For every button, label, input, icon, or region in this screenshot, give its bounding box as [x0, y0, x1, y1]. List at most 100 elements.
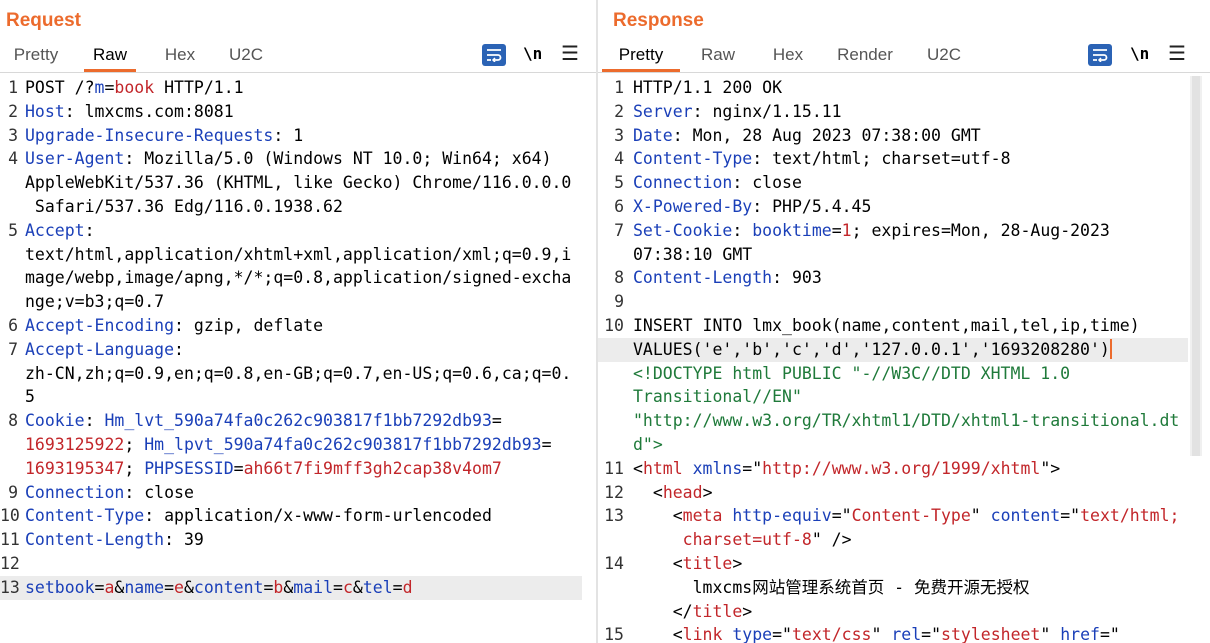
- code-line: 4 User-Agent: Mozilla/5.0 (Windows NT 10.…: [0, 147, 596, 171]
- wrap-lines-icon[interactable]: [1088, 44, 1112, 66]
- code-text: Cookie: Hm_lvt_590a74fa0c262c903817f1bb7…: [25, 409, 502, 433]
- code-line: 12: [0, 552, 596, 576]
- code-line: 8 Cookie: Hm_lvt_590a74fa0c262c903817f1bb…: [0, 409, 596, 433]
- wrap-lines-icon[interactable]: [482, 44, 506, 66]
- token: ">: [1040, 458, 1061, 478]
- hamburger-menu-icon[interactable]: ☰: [1168, 44, 1186, 66]
- token: VALUES('e','b','c','d','127.0.0.1','1693…: [633, 339, 1110, 359]
- token: http://www.w3.org/1999/xhtml: [762, 458, 1041, 478]
- code-line: 12 <head>: [598, 481, 1210, 505]
- token: :: [84, 411, 105, 431]
- token: a: [104, 577, 115, 597]
- token: Hm_lpvt_590a74fa0c262c903817f1bb7292db93: [144, 434, 542, 454]
- scrollbar-thumb[interactable]: [1192, 76, 1200, 456]
- token: link: [682, 625, 723, 643]
- line-number: 1: [614, 78, 624, 97]
- token: Accept-Encoding: [25, 315, 175, 335]
- token: Connection: [633, 173, 733, 193]
- code-line: 10 INSERT INTO lmx_book(name,content,mail…: [598, 314, 1210, 338]
- code-line: d">: [598, 433, 1210, 457]
- line-number: 3: [614, 125, 624, 145]
- line-number: 5: [8, 220, 18, 240]
- tab-u2c[interactable]: U2C: [226, 42, 266, 72]
- token: 5: [25, 387, 35, 407]
- code-line: 13 setbook=a&name=e&content=b&mail=c&tel=…: [0, 575, 582, 600]
- token: Connection: [25, 482, 125, 502]
- token: =": [1100, 625, 1120, 643]
- token: xmlns: [692, 458, 743, 478]
- token: ; expires=Mon, 28-Aug-2023: [851, 220, 1110, 240]
- token: >: [742, 601, 753, 621]
- request-title: Request: [6, 10, 81, 31]
- code-line: 1 HTTP/1.1 200 OK: [598, 76, 1210, 100]
- code-text: 07:38:10 GMT: [633, 243, 752, 267]
- token: :: [84, 220, 95, 240]
- token: Accept-Language: [25, 339, 175, 359]
- token: Host: [25, 101, 65, 121]
- token: "http://www.w3.org/TR/xhtml1/DTD/xhtml1-…: [633, 411, 1180, 431]
- token: : 1: [273, 125, 304, 145]
- token: e: [174, 577, 184, 597]
- tab-u2c[interactable]: U2C: [924, 42, 964, 72]
- token: =": [921, 625, 942, 643]
- code-line: nge;v=b3;q=0.7: [0, 290, 596, 314]
- vertical-scrollbar[interactable]: [1190, 76, 1202, 456]
- token: : text/html; charset=utf-8: [752, 149, 1011, 169]
- line-number: 6: [614, 196, 624, 216]
- tab-pretty[interactable]: Pretty: [602, 42, 680, 72]
- token: : close: [124, 482, 194, 502]
- token: mage/webp,image/apng,*/*;q=0.8,applicati…: [25, 268, 572, 288]
- code-text: </title>: [633, 600, 752, 624]
- token: booktime: [752, 220, 832, 240]
- code-text: "http://www.w3.org/TR/xhtml1/DTD/xhtml1-…: [633, 409, 1179, 433]
- tab-hex[interactable]: Hex: [768, 42, 808, 72]
- request-editor[interactable]: 1 POST /?m=book HTTP/1.1 2 Host: lmxcms.com…: [0, 76, 596, 643]
- tab-render[interactable]: Render: [834, 42, 896, 72]
- token: Safari/537.36 Edg/116.0.1938.62: [25, 196, 343, 216]
- token: : close: [732, 173, 802, 193]
- code-text: d">: [633, 433, 663, 457]
- token: : Mon, 28 Aug 2023 07:38:00 GMT: [672, 125, 981, 145]
- token: nge;v=b3;q=0.7: [25, 292, 165, 312]
- code-line: 3 Upgrade-Insecure-Requests: 1: [0, 124, 596, 148]
- token: zh-CN,zh;q=0.9,en;q=0.8,en-GB;q=0.7,en-U…: [25, 363, 572, 383]
- token: : PHP/5.4.45: [752, 196, 872, 216]
- token: ;: [124, 458, 145, 478]
- line-number: 15: [604, 625, 624, 643]
- token: book: [114, 78, 155, 97]
- newline-toggle[interactable]: \n: [523, 44, 542, 66]
- hamburger-menu-icon[interactable]: ☰: [561, 44, 579, 66]
- token: User-Agent: [25, 149, 125, 169]
- tab-raw[interactable]: Raw: [698, 42, 738, 72]
- token: X-Powered-By: [633, 196, 753, 216]
- token: Cookie: [25, 411, 85, 431]
- token: Accept: [25, 220, 85, 240]
- tab-hex[interactable]: Hex: [160, 42, 200, 72]
- response-editor[interactable]: 1 HTTP/1.1 200 OK 2 Server: nginx/1.15.11 3 D…: [598, 76, 1210, 643]
- token: </: [633, 601, 693, 621]
- token: ": [1040, 625, 1061, 643]
- token: Hm_lvt_590a74fa0c262c903817f1bb7292db93: [104, 411, 492, 431]
- code-text: INSERT INTO lmx_book(name,content,mail,t…: [633, 314, 1140, 338]
- token: text/css: [791, 625, 872, 643]
- tab-pretty[interactable]: Pretty: [12, 42, 60, 72]
- code-text: Connection: close: [633, 171, 802, 195]
- tab-raw[interactable]: Raw: [84, 42, 136, 72]
- code-text: <!DOCTYPE html PUBLIC "-//W3C//DTD XHTML…: [633, 362, 1070, 386]
- token: : 39: [164, 530, 204, 550]
- token: &: [114, 577, 125, 597]
- token: m: [94, 78, 105, 97]
- token: =: [491, 411, 502, 431]
- code-line: lmxcms网站管理系统首页 - 免费开源无授权: [598, 576, 1210, 600]
- newline-toggle[interactable]: \n: [1130, 44, 1149, 66]
- token: text/html;: [1080, 506, 1180, 526]
- token: Content-Type: [25, 506, 145, 526]
- request-tabs: Pretty Raw Hex U2C: [0, 42, 596, 72]
- line-number: 2: [614, 101, 624, 121]
- code-text: HTTP/1.1 200 OK: [633, 76, 782, 100]
- response-title: Response: [613, 10, 704, 31]
- token: : application/x-www-form-urlencoded: [144, 506, 492, 526]
- line-number: 8: [8, 411, 18, 431]
- token: =: [94, 577, 105, 597]
- token: title: [692, 601, 743, 621]
